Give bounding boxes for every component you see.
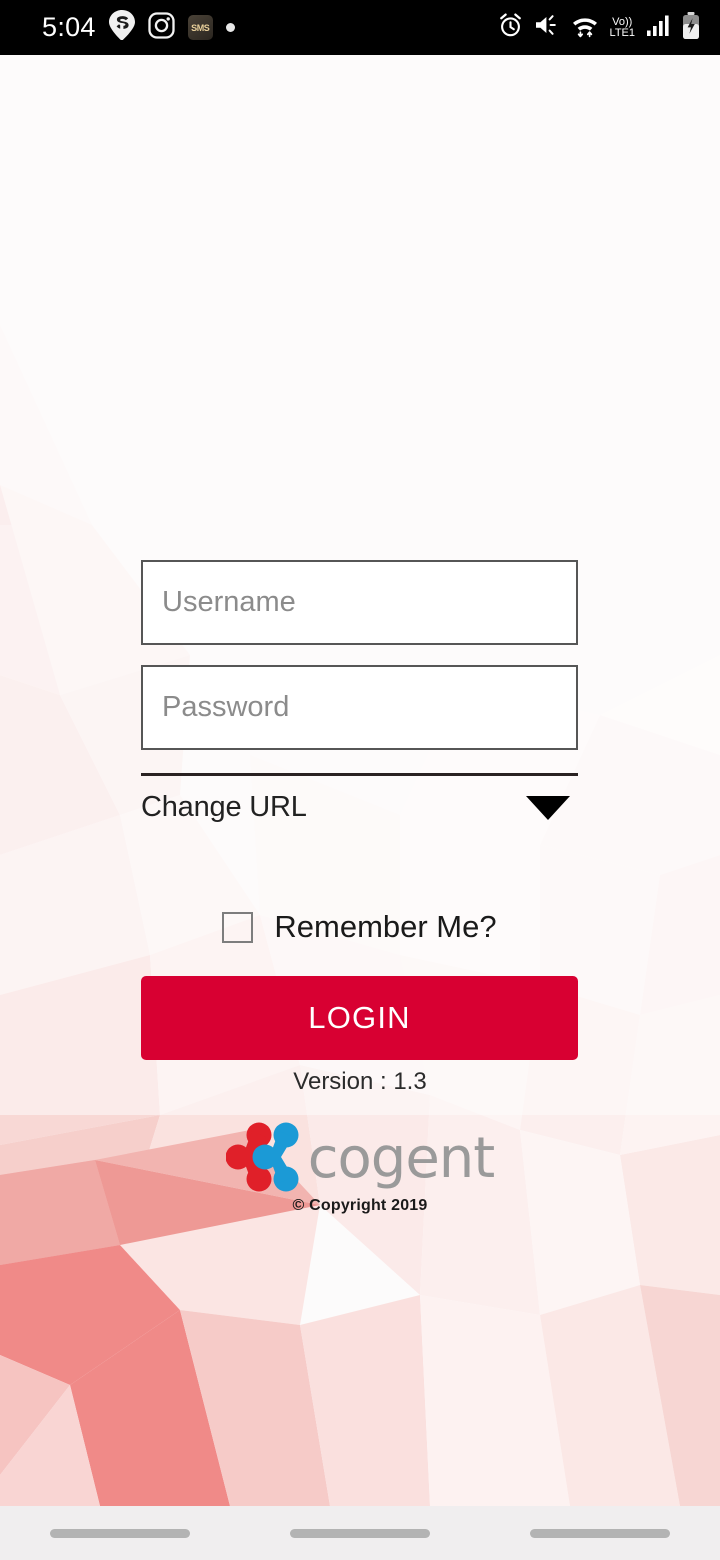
notification-dot-icon <box>225 23 235 32</box>
battery-charging-icon <box>682 11 700 44</box>
brand-logo-block: cogent © Copyright 2019 <box>0 1121 720 1215</box>
username-field[interactable] <box>141 560 578 645</box>
remember-me-label: Remember Me? <box>274 909 497 944</box>
change-url-label: Change URL <box>141 791 307 823</box>
wifi-data-icon <box>571 13 599 43</box>
alarm-clock-icon <box>498 12 523 43</box>
volte-top-label: Vo)) <box>612 15 633 28</box>
change-url-dropdown[interactable]: Change URL <box>141 773 578 839</box>
swiggy-icon <box>108 10 135 45</box>
remember-me-checkbox[interactable] <box>222 911 254 943</box>
sms-app-icon: SMS <box>187 15 213 40</box>
status-bar-left-group: 5:04 SMS <box>42 10 235 45</box>
cogent-logo-icon <box>225 1121 304 1193</box>
back-pill[interactable] <box>530 1528 670 1538</box>
password-field[interactable] <box>141 665 578 750</box>
recents-pill[interactable] <box>50 1528 190 1538</box>
username-input[interactable] <box>162 586 557 619</box>
login-screen: 5:04 SMS Vo)) LTE1 Username Change URL R… <box>0 0 720 1560</box>
vibrate-icon <box>534 13 560 42</box>
cogent-wordmark: cogent <box>307 1126 495 1191</box>
copyright-text: © Copyright 2019 <box>292 1197 428 1214</box>
version-text: Version : 1.3 <box>293 1068 427 1095</box>
password-input[interactable] <box>162 691 557 724</box>
logo-row: cogent <box>225 1121 495 1193</box>
instagram-icon <box>148 11 175 44</box>
status-bar: 5:04 SMS Vo)) LTE1 <box>0 0 720 55</box>
signal-bars-icon <box>646 13 671 42</box>
volte-indicator: Vo)) LTE1 <box>609 15 635 39</box>
home-pill[interactable] <box>290 1528 430 1538</box>
system-navigation-bar <box>0 1506 720 1560</box>
remember-me-row[interactable]: Remember Me? <box>141 900 578 954</box>
status-bar-right-group: Vo)) LTE1 <box>498 11 700 44</box>
login-button[interactable]: LOGIN <box>141 976 578 1060</box>
chevron-down-icon[interactable] <box>526 795 570 820</box>
volte-bottom-label: LTE1 <box>609 26 635 39</box>
status-bar-clock: 5:04 <box>42 12 96 42</box>
login-form: Change URL Remember Me? LOGIN Version : … <box>0 55 720 1506</box>
